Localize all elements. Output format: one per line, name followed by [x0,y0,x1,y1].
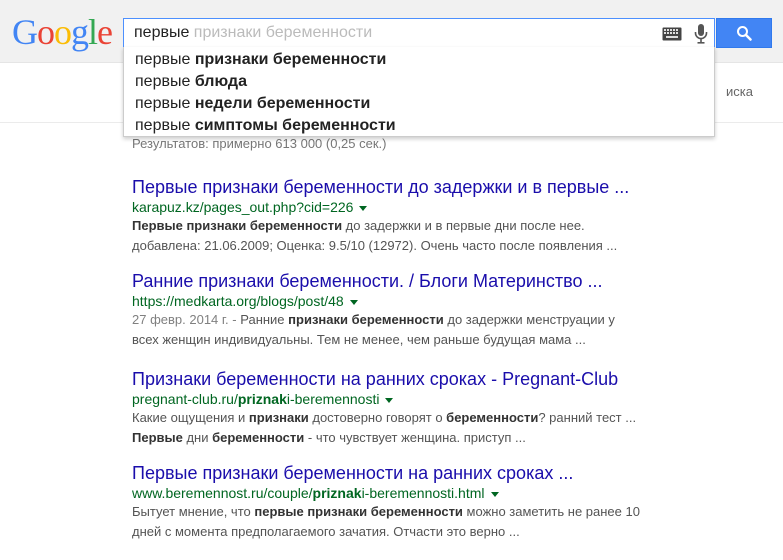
logo-letter: o [37,12,55,52]
highlighted-text: priznak [312,485,362,501]
keyboard-icon[interactable] [662,27,682,41]
text-segment: Какие ощущения и [132,410,249,425]
highlighted-text: признаки [248,410,309,425]
text-segment: ? ранний тест ... [538,410,637,425]
result-title-link[interactable]: Первые признаки беременности до задержки… [132,176,772,198]
result-stats: Результатов: примерно 613 000 (0,25 сек.… [132,136,387,151]
logo-letter: l [88,12,98,52]
result-url: pregnant-club.ru/priznaki-beremennosti [132,390,772,408]
search-button[interactable] [716,18,772,48]
search-result: Признаки беременности на ранних сроках -… [132,368,772,448]
url-dropdown-arrow-icon[interactable] [490,491,499,497]
google-logo[interactable]: Google [12,12,113,52]
result-snippet: Бытует мнение, что первые признаки берем… [132,502,772,542]
text-segment: - что чувствует женщина. приступ ... [304,430,526,445]
search-icon [737,26,752,41]
url-dropdown-arrow-icon[interactable] [349,299,358,305]
result-url: https://medkarta.org/blogs/post/48 [132,292,772,310]
search-query-typed: первые [134,24,190,41]
search-result: Первые признаки беременности на ранних с… [132,462,772,542]
text-segment: www.beremennost.ru/couple/ [132,485,313,501]
result-snippet: Первые признаки беременности до задержки… [132,216,772,256]
text-segment: можно заметить не ранее 10 [462,504,640,519]
text-segment: https://medkarta.org/blogs/post/48 [132,293,344,309]
highlighted-text: priznak [237,391,287,407]
result-snippet: 27 февр. 2014 г. - Ранние признаки берем… [132,310,772,350]
search-query-autocomplete: признаки беременности [189,24,373,41]
microphone-icon[interactable] [694,24,708,44]
result-snippet: Какие ощущения и признаки достоверно гов… [132,408,772,448]
text-segment: pregnant-club.ru/ [132,391,238,407]
suggestion-item[interactable]: первые признаки беременности [124,49,714,71]
highlighted-text: беременности [212,430,305,445]
text-segment: до задержки менструации у [443,312,615,327]
result-url: www.beremennost.ru/couple/priznaki-berem… [132,484,772,502]
search-result: Первые признаки беременности до задержки… [132,176,772,256]
autocomplete-dropdown: первые признаки беременности первые блюд… [123,47,715,137]
text-segment: до задержки и в первые дни после нее. [342,218,585,233]
text-segment: дней с момента предполагаемого зачатия. … [132,524,520,539]
text-segment: добавлена: 21.06.2009; Оценка: 9.5/10 (1… [132,238,618,253]
suggestion-item[interactable]: первые недели беременности [124,93,714,115]
text-segment: Бытует мнение, что [132,504,255,519]
url-dropdown-arrow-icon[interactable] [385,397,394,403]
text-segment: всех женщин индивидуальны. Тем не менее,… [132,332,586,347]
search-input[interactable]: первые признаки беременности [134,23,372,43]
text-segment: достоверно говорят о [308,410,447,425]
text-segment: i-beremennosti [286,391,380,407]
result-url: karapuz.kz/pages_out.php?cid=226 [132,198,772,216]
result-title-link[interactable]: Признаки беременности на ранних сроках -… [132,368,772,390]
highlighted-text: Первые [132,430,183,445]
logo-letter: G [12,12,38,52]
search-result: Ранние признаки беременности. / Блоги Ма… [132,270,772,350]
suggestion-item[interactable]: первые симптомы беременности [124,115,714,137]
url-dropdown-arrow-icon[interactable] [359,205,368,211]
result-title-link[interactable]: Ранние признаки беременности. / Блоги Ма… [132,270,772,292]
search-box[interactable]: первые признаки беременности [123,18,715,48]
highlighted-text: Первые признаки беременности [132,218,343,233]
highlighted-text: признаки беременности [288,312,444,327]
text-segment: 27 февр. 2014 г. - [132,312,241,327]
logo-letter: e [97,12,113,52]
suggestion-item[interactable]: первые блюда [124,71,714,93]
text-segment: i-beremennosti.html [361,485,485,501]
logo-letter: o [54,12,72,52]
text-segment: дни [182,430,213,445]
text-segment: karapuz.kz/pages_out.php?cid=226 [132,199,354,215]
search-tools-partial[interactable]: иска [726,84,753,99]
result-title-link[interactable]: Первые признаки беременности на ранних с… [132,462,772,484]
highlighted-text: первые признаки беременности [254,504,463,519]
highlighted-text: беременности [446,410,539,425]
text-segment: Ранние [240,312,289,327]
logo-letter: g [71,12,89,52]
